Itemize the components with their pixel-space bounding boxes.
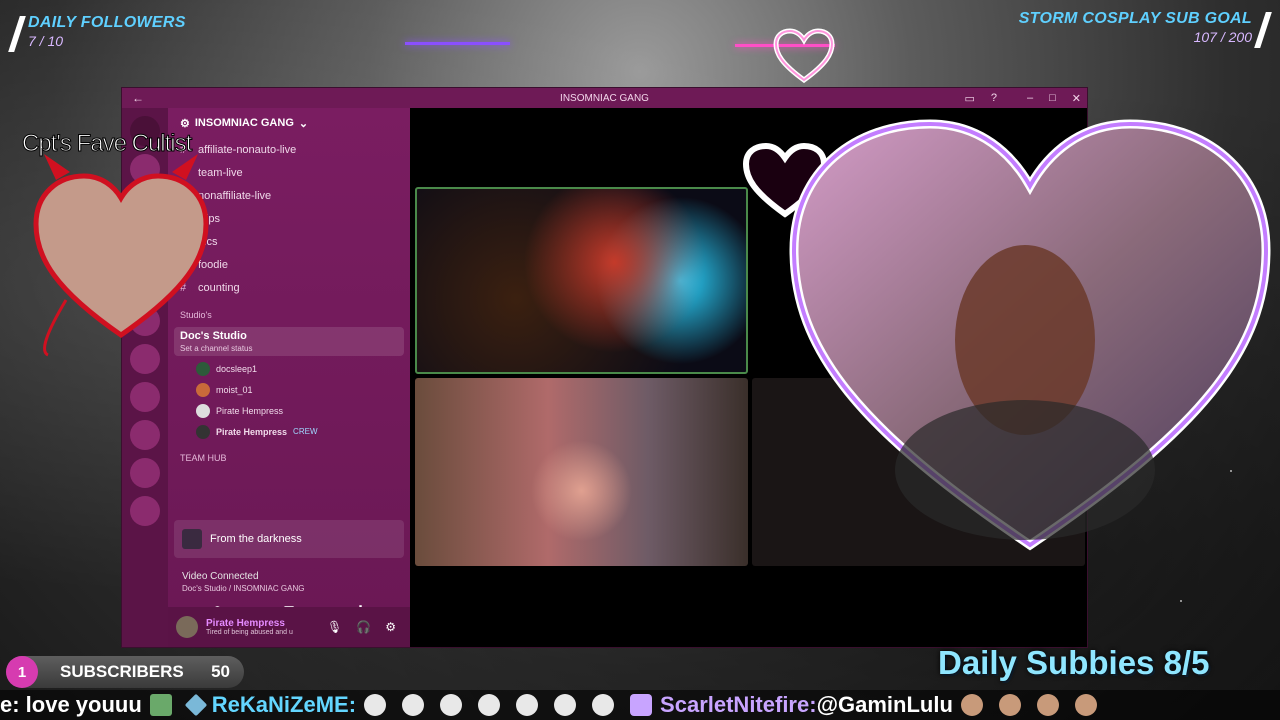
user-panel: Pirate Hempress Tired of being abused an…	[168, 607, 410, 647]
settings-gear-icon[interactable]: ⚙	[385, 620, 396, 634]
subscribers-counter: 1 SUBSCRIBERS 50	[6, 656, 244, 688]
headphones-icon[interactable]: 🎧	[356, 620, 371, 634]
subscriber-badge: 1	[6, 656, 38, 688]
voice-user-name: docsleep1	[216, 363, 258, 374]
heart-webcam-frame	[789, 119, 1271, 551]
role-tag: CREW	[293, 427, 318, 436]
microphone-icon[interactable]: 🎙	[327, 620, 342, 634]
voice-user-name: Pirate Hempress	[216, 405, 284, 416]
subscribers-value: 50	[211, 662, 230, 681]
emote-icon	[960, 694, 983, 716]
avatar	[196, 403, 210, 418]
avatar	[196, 382, 210, 397]
category-team-hub[interactable]: TEAM HUB	[168, 448, 410, 468]
subscribers-label: SUBSCRIBERS	[60, 662, 184, 681]
emote-icon	[592, 694, 615, 716]
emote-icon	[1036, 694, 1059, 716]
emote-icon	[440, 694, 463, 716]
sub-goal-widget: STORM COSPLAY SUB GOAL 107 / 200	[1018, 10, 1272, 48]
voice-user[interactable]: Pirate Hempress	[168, 400, 410, 421]
cultist-label: Cpt's Fave Cultist	[21, 130, 192, 158]
sub-goal-title: STORM COSPLAY SUB GOAL	[1018, 10, 1252, 27]
daily-subbies: Daily Subbies 8/5	[938, 644, 1210, 681]
server-gear-icon: ⚙	[180, 117, 190, 130]
followers-title: DAILY FOLLOWERS	[28, 14, 186, 31]
category-label: TEAM HUB	[180, 453, 227, 463]
emote-icon	[1074, 694, 1097, 716]
voice-connected-sub[interactable]: Doc's Studio / INSOMNIAC GANG	[182, 584, 396, 593]
emote-icon	[516, 694, 539, 716]
emote-icon	[478, 694, 501, 716]
user-status: Tired of being abused and u	[206, 629, 293, 636]
voice-user[interactable]: moist_01	[168, 379, 410, 400]
emote-icon	[554, 694, 577, 716]
server-icon[interactable]	[130, 458, 160, 488]
server-icon[interactable]	[130, 420, 160, 450]
followers-count: 7 / 10	[28, 33, 64, 49]
avatar	[196, 424, 210, 439]
help-icon[interactable]: ?	[991, 92, 997, 105]
voice-user-name: Pirate Hempress	[216, 426, 288, 437]
user-name: Pirate Hempress	[206, 618, 285, 629]
voice-user[interactable]: Pirate Hempress CREW	[168, 421, 410, 442]
server-icon[interactable]	[130, 382, 160, 412]
avatar	[196, 361, 210, 376]
emote-icon	[998, 694, 1021, 716]
minimize-icon[interactable]: –	[1027, 92, 1033, 105]
activity-card[interactable]: From the darkness	[174, 520, 404, 558]
sub-goal-count: 107 / 200	[1193, 29, 1252, 45]
emote-icon	[149, 694, 172, 716]
close-icon[interactable]: ✕	[1072, 92, 1081, 105]
activity-title: From the darkness	[210, 533, 302, 545]
back-arrow-icon[interactable]: ←	[132, 91, 144, 105]
ticker-username: ScarletNitefire:	[660, 692, 817, 717]
sparkle	[1180, 600, 1182, 602]
video-tile-pirate-hempress[interactable]	[415, 378, 748, 566]
window-titlebar: ← INSOMNIAC GANG ▭ ? – □ ✕	[122, 88, 1087, 108]
voice-connected-title: Video Connected	[182, 571, 259, 582]
ticker-username: ReKaNiZeME:	[211, 692, 357, 717]
chevron-down-icon: ⌄	[298, 117, 309, 130]
diamond-icon	[184, 693, 208, 717]
emote-icon	[364, 694, 387, 716]
server-icon[interactable]	[130, 496, 160, 526]
server-name: INSOMNIAC GANG	[194, 117, 294, 129]
inbox-icon[interactable]: ▭	[964, 92, 974, 105]
devil-heart-frame	[33, 154, 209, 357]
activity-thumbnail	[182, 529, 202, 549]
maximize-icon[interactable]: □	[1049, 92, 1056, 105]
neon-line	[405, 42, 510, 45]
video-tile-docsleep[interactable]	[415, 187, 748, 374]
voice-user-name: moist_01	[216, 384, 253, 395]
chat-ticker: e: love youuu ReKaNiZeME: ScarletNitefir…	[0, 690, 1280, 720]
avatar[interactable]	[176, 616, 198, 638]
ticker-message: e: love youuu	[0, 692, 142, 717]
server-header[interactable]: ⚙ INSOMNIAC GANG ⌄	[168, 108, 410, 138]
daily-followers-widget: DAILY FOLLOWERS 7 / 10	[8, 14, 186, 52]
voice-user[interactable]: docsleep1	[168, 358, 410, 379]
twitch-badge-icon	[630, 694, 653, 716]
ticker-message: @GaminLulu	[816, 692, 953, 717]
heart-icon	[773, 28, 835, 84]
emote-icon	[402, 694, 425, 716]
window-title: INSOMNIAC GANG	[560, 92, 649, 104]
